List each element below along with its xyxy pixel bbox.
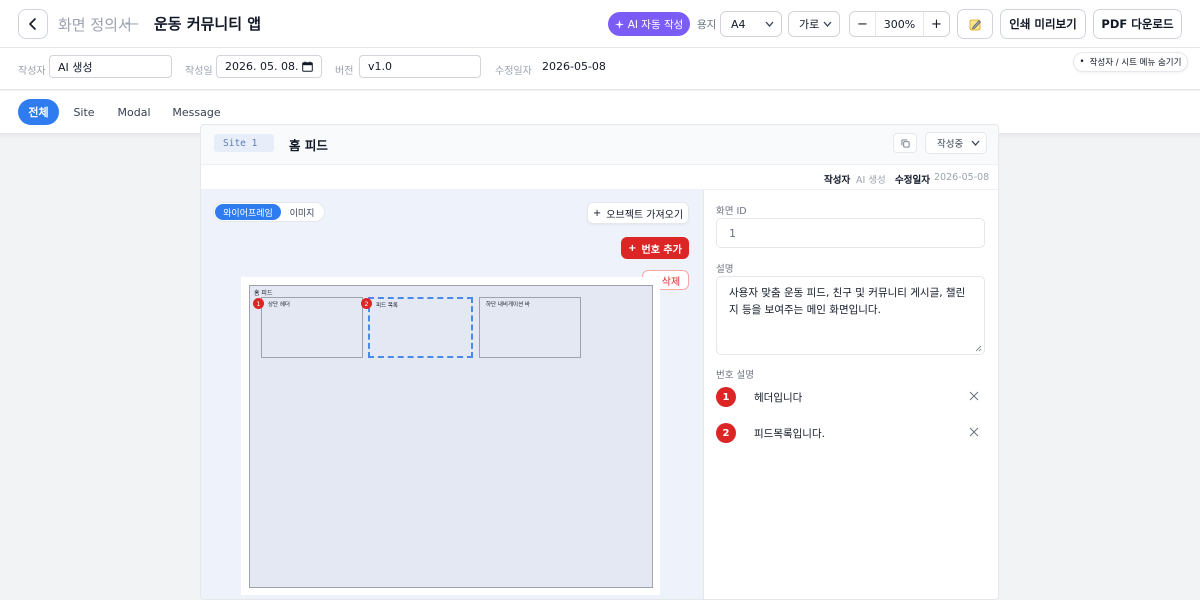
memo-icon	[969, 19, 981, 30]
tab-all[interactable]: 전체	[18, 99, 59, 125]
zoom-level: 300%	[875, 12, 924, 36]
zoom-control: − 300% +	[849, 11, 950, 37]
frame-title: 홈 피드	[254, 290, 273, 297]
screen-id-field[interactable]: 1	[716, 218, 985, 248]
status-select[interactable]: 작성중	[925, 132, 987, 154]
paper-label: 용지	[697, 19, 717, 31]
close-icon[interactable]	[969, 391, 979, 401]
number-badge: 2	[716, 423, 736, 443]
import-object-label: 오브젝트 가져오기	[606, 209, 684, 221]
number-description-text[interactable]: 피드목록입니다.	[754, 426, 825, 441]
copy-button[interactable]	[893, 133, 917, 153]
modified-label: 수정일자	[495, 66, 532, 77]
paper-size-value: A4	[731, 17, 746, 31]
zoom-in-button[interactable]: +	[924, 12, 949, 36]
tab-message[interactable]: Message	[168, 99, 225, 125]
wireframe-canvas[interactable]: 홈 피드 상단 헤더 1 피드 목록 2 하단 내비게이션 바	[241, 277, 660, 595]
number-badge: 1	[716, 387, 736, 407]
version-label: 버전	[335, 66, 354, 77]
card-header: Site 1 홈 피드 작성중	[201, 125, 998, 165]
number-descriptions-label: 번호 설명	[716, 370, 754, 381]
title-separator: —	[124, 14, 139, 32]
ai-auto-write-label: AI 자동 작성	[627, 18, 684, 31]
tab-modal[interactable]: Modal	[112, 99, 156, 125]
top-bar: 화면 정의서 — 운동 커뮤니티 앱 AI 자동 작성 용지 A4 가로 − 3…	[0, 0, 1200, 48]
import-object-button[interactable]: + 오브젝트 가져오기	[587, 202, 689, 224]
wireframe-box-label: 상단 헤더	[268, 302, 290, 308]
resize-handle-icon[interactable]	[975, 345, 982, 352]
screen-card: Site 1 홈 피드 작성중 작성자 AI 생성 수정일자 2026-05-0…	[200, 124, 999, 600]
wireframe-box-label: 피드 목록	[376, 303, 398, 309]
version-field[interactable]: v1.0	[359, 55, 481, 78]
card-modified-value: 2026-05-08	[934, 172, 990, 183]
date-value: 2026. 05. 08.	[225, 60, 299, 73]
paper-size-select[interactable]: A4	[720, 11, 782, 37]
sparkle-icon	[614, 19, 624, 29]
document-type: 화면 정의서	[58, 16, 132, 34]
plus-icon: +	[592, 207, 602, 219]
screen-number-badge: Site 1	[214, 134, 274, 152]
description-label: 설명	[716, 264, 734, 275]
hide-author-sheet-menu-button[interactable]: • 작성자 / 시트 메뉴 숨기기	[1073, 52, 1188, 72]
wireframe-box-header[interactable]: 상단 헤더	[261, 297, 363, 358]
calendar-icon[interactable]	[302, 61, 313, 72]
view-mode-toggle: 와이어프레임 이미지	[213, 202, 325, 222]
document-title: 운동 커뮤니티 앱	[154, 15, 262, 33]
number-description-text[interactable]: 헤더입니다	[754, 390, 802, 405]
wireframe-box-feed[interactable]: 피드 목록	[368, 297, 473, 358]
add-number-button[interactable]: + 번호 추가	[621, 237, 689, 259]
date-label: 작성일	[185, 66, 213, 77]
status-value: 작성중	[937, 139, 964, 150]
author-field[interactable]: AI 생성	[49, 55, 172, 78]
chevron-down-icon	[823, 21, 832, 27]
wireframe-frame[interactable]: 홈 피드 상단 헤더 1 피드 목록 2 하단 내비게이션 바	[249, 285, 653, 588]
print-preview-button[interactable]: 인쇄 미리보기	[1000, 9, 1086, 39]
zoom-out-button[interactable]: −	[850, 12, 875, 36]
bullet-icon: •	[1079, 57, 1085, 67]
card-modified-label: 수정일자	[895, 175, 930, 186]
tab-site[interactable]: Site	[68, 99, 100, 125]
pdf-download-button[interactable]: PDF 다운로드	[1093, 9, 1182, 39]
number-description-row: 2 피드목록입니다.	[716, 423, 986, 445]
number-marker[interactable]: 2	[361, 298, 372, 309]
wireframe-pane: 와이어프레임 이미지 + 오브젝트 가져오기 + 번호 추가 삭제 홈 피드 상…	[201, 190, 704, 599]
chevron-left-icon	[29, 18, 36, 30]
chevron-down-icon	[765, 21, 774, 27]
card-author-label: 작성자	[824, 175, 851, 186]
meta-bar: 작성자 AI 생성 작성일 2026. 05. 08. 버전 v1.0 수정일자…	[0, 48, 1200, 90]
card-meta-row: 작성자 AI 생성 수정일자 2026-05-08	[201, 165, 998, 190]
add-number-label: 번호 추가	[641, 244, 682, 256]
orientation-select[interactable]: 가로	[788, 11, 840, 37]
memo-button[interactable]	[957, 9, 993, 39]
delete-label: 삭제	[661, 276, 681, 288]
wireframe-box-label: 하단 내비게이션 바	[486, 302, 530, 308]
chevron-down-icon	[971, 140, 980, 146]
plus-icon: +	[628, 242, 637, 254]
orientation-value: 가로	[799, 18, 820, 31]
author-label: 작성자	[18, 66, 46, 77]
screen-details-pane: 화면 ID 1 설명 사용자 맞춤 운동 피드, 친구 및 커뮤니티 게시글, …	[704, 190, 998, 599]
view-wireframe-option[interactable]: 와이어프레임	[215, 204, 281, 220]
card-author-value: AI 생성	[856, 175, 886, 186]
description-field[interactable]: 사용자 맞춤 운동 피드, 친구 및 커뮤니티 게시글, 챌린지 등을 보여주는…	[716, 276, 985, 355]
screen-id-label: 화면 ID	[716, 206, 747, 217]
back-button[interactable]	[18, 9, 48, 39]
close-icon[interactable]	[969, 427, 979, 437]
screen-title: 홈 피드	[289, 138, 328, 153]
number-description-row: 1 헤더입니다	[716, 387, 986, 409]
copy-icon	[900, 138, 910, 148]
hide-menu-label: 작성자 / 시트 메뉴 숨기기	[1089, 58, 1182, 68]
ai-auto-write-button[interactable]: AI 자동 작성	[608, 12, 690, 36]
number-marker[interactable]: 1	[253, 298, 264, 309]
modified-value: 2026-05-08	[542, 60, 606, 73]
description-text: 사용자 맞춤 운동 피드, 친구 및 커뮤니티 게시글, 챌린지 등을 보여주는…	[729, 287, 966, 316]
date-field[interactable]: 2026. 05. 08.	[216, 55, 322, 78]
view-image-option[interactable]: 이미지	[281, 204, 323, 220]
wireframe-box-bottom-nav[interactable]: 하단 내비게이션 바	[479, 297, 581, 358]
